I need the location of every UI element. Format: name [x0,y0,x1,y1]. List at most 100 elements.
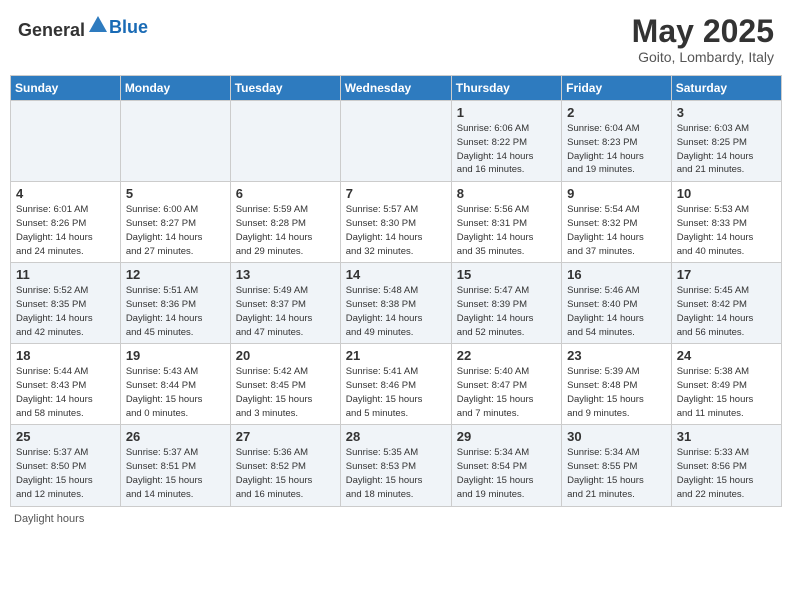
calendar-cell: 16Sunrise: 5:46 AM Sunset: 8:40 PM Dayli… [562,263,672,344]
day-number: 11 [16,267,115,282]
calendar-cell: 10 Sunrise: 5:53 AM Sunset: 8:33 PM Dayli… [671,182,781,263]
logo-general: General [18,20,85,40]
day-info: Sunrise: 5:37 AM Sunset: 8:51 PM Dayligh… [126,446,225,501]
day-number: 26 [126,429,225,444]
day-info: Sunrise: 5:45 AM Sunset: 8:42 PM Dayligh… [677,284,776,339]
day-info: Sunrise: 5:33 AM Sunset: 8:56 PM Dayligh… [677,446,776,501]
day-number: 30 [567,429,666,444]
day-info: Sunrise: 6:04 AM Sunset: 8:23 PM Dayligh… [567,122,666,177]
day-number: 1 [457,105,556,120]
calendar-cell: 22 Sunrise: 5:40 AM Sunset: 8:47 PM Dayli… [451,344,561,425]
day-info: Sunrise: 5:39 AM Sunset: 8:48 PM Dayligh… [567,365,666,420]
day-info: Sunrise: 5:48 AM Sunset: 8:38 PM Dayligh… [346,284,446,339]
day-number: 22 [457,348,556,363]
logo-blue: Blue [109,17,148,37]
col-header-tuesday: Tuesday [230,76,340,101]
day-number: 13 [236,267,335,282]
day-number: 31 [677,429,776,444]
day-info: Sunrise: 5:35 AM Sunset: 8:53 PM Dayligh… [346,446,446,501]
col-header-sunday: Sunday [11,76,121,101]
calendar-cell: 11Sunrise: 5:52 AM Sunset: 8:35 PM Dayli… [11,263,121,344]
calendar-cell: 2Sunrise: 6:04 AM Sunset: 8:23 PM Daylig… [562,101,672,182]
day-number: 6 [236,186,335,201]
day-number: 23 [567,348,666,363]
day-info: Sunrise: 5:49 AM Sunset: 8:37 PM Dayligh… [236,284,335,339]
calendar-cell: 13 Sunrise: 5:49 AM Sunset: 8:37 PM Dayli… [230,263,340,344]
calendar-cell: 3 Sunrise: 6:03 AM Sunset: 8:25 PM Daylig… [671,101,781,182]
day-number: 21 [346,348,446,363]
day-info: Sunrise: 5:46 AM Sunset: 8:40 PM Dayligh… [567,284,666,339]
calendar-cell [340,101,451,182]
day-info: Sunrise: 5:53 AM Sunset: 8:33 PM Dayligh… [677,203,776,258]
day-number: 3 [677,105,776,120]
daylight-label: Daylight hours [14,513,84,525]
day-info: Sunrise: 5:36 AM Sunset: 8:52 PM Dayligh… [236,446,335,501]
calendar-cell: 7 Sunrise: 5:57 AM Sunset: 8:30 PM Daylig… [340,182,451,263]
calendar-cell [11,101,121,182]
day-info: Sunrise: 5:42 AM Sunset: 8:45 PM Dayligh… [236,365,335,420]
day-number: 17 [677,267,776,282]
calendar-cell [230,101,340,182]
day-number: 14 [346,267,446,282]
day-number: 10 [677,186,776,201]
day-number: 15 [457,267,556,282]
day-number: 4 [16,186,115,201]
calendar-cell: 6Sunrise: 5:59 AM Sunset: 8:28 PM Daylig… [230,182,340,263]
day-info: Sunrise: 5:51 AM Sunset: 8:36 PM Dayligh… [126,284,225,339]
day-info: Sunrise: 5:47 AM Sunset: 8:39 PM Dayligh… [457,284,556,339]
day-number: 29 [457,429,556,444]
day-info: Sunrise: 6:06 AM Sunset: 8:22 PM Dayligh… [457,122,556,177]
day-info: Sunrise: 5:54 AM Sunset: 8:32 PM Dayligh… [567,203,666,258]
calendar-cell: 31 Sunrise: 5:33 AM Sunset: 8:56 PM Dayli… [671,425,781,506]
calendar-cell: 17 Sunrise: 5:45 AM Sunset: 8:42 PM Dayli… [671,263,781,344]
day-info: Sunrise: 5:41 AM Sunset: 8:46 PM Dayligh… [346,365,446,420]
calendar-cell: 28Sunrise: 5:35 AM Sunset: 8:53 PM Dayli… [340,425,451,506]
month-title: May 2025 [632,14,774,49]
calendar-cell: 29 Sunrise: 5:34 AM Sunset: 8:54 PM Dayli… [451,425,561,506]
calendar-cell: 23 Sunrise: 5:39 AM Sunset: 8:48 PM Dayli… [562,344,672,425]
day-info: Sunrise: 6:03 AM Sunset: 8:25 PM Dayligh… [677,122,776,177]
col-header-monday: Monday [120,76,230,101]
calendar-week-3: 11Sunrise: 5:52 AM Sunset: 8:35 PM Dayli… [11,263,782,344]
day-number: 27 [236,429,335,444]
calendar-cell: 8Sunrise: 5:56 AM Sunset: 8:31 PM Daylig… [451,182,561,263]
day-info: Sunrise: 5:38 AM Sunset: 8:49 PM Dayligh… [677,365,776,420]
title-block: May 2025 Goito, Lombardy, Italy [632,14,774,65]
col-header-saturday: Saturday [671,76,781,101]
day-info: Sunrise: 5:34 AM Sunset: 8:54 PM Dayligh… [457,446,556,501]
day-number: 24 [677,348,776,363]
calendar-footer: Daylight hours [10,513,782,525]
day-number: 20 [236,348,335,363]
calendar-week-2: 4Sunrise: 6:01 AM Sunset: 8:26 PM Daylig… [11,182,782,263]
calendar-table: SundayMondayTuesdayWednesdayThursdayFrid… [10,75,782,506]
calendar-cell: 12 Sunrise: 5:51 AM Sunset: 8:36 PM Dayli… [120,263,230,344]
day-number: 18 [16,348,115,363]
location-title: Goito, Lombardy, Italy [632,49,774,65]
calendar-cell: 27 Sunrise: 5:36 AM Sunset: 8:52 PM Dayli… [230,425,340,506]
calendar-cell: 30Sunrise: 5:34 AM Sunset: 8:55 PM Dayli… [562,425,672,506]
day-info: Sunrise: 5:37 AM Sunset: 8:50 PM Dayligh… [16,446,115,501]
day-info: Sunrise: 5:57 AM Sunset: 8:30 PM Dayligh… [346,203,446,258]
calendar-cell: 26 Sunrise: 5:37 AM Sunset: 8:51 PM Dayli… [120,425,230,506]
calendar-header-row: SundayMondayTuesdayWednesdayThursdayFrid… [11,76,782,101]
day-number: 9 [567,186,666,201]
day-info: Sunrise: 6:00 AM Sunset: 8:27 PM Dayligh… [126,203,225,258]
calendar-cell: 19Sunrise: 5:43 AM Sunset: 8:44 PM Dayli… [120,344,230,425]
day-number: 7 [346,186,446,201]
day-info: Sunrise: 5:44 AM Sunset: 8:43 PM Dayligh… [16,365,115,420]
col-header-wednesday: Wednesday [340,76,451,101]
calendar-cell: 14 Sunrise: 5:48 AM Sunset: 8:38 PM Dayli… [340,263,451,344]
calendar-cell: 21 Sunrise: 5:41 AM Sunset: 8:46 PM Dayli… [340,344,451,425]
calendar-cell: 25 Sunrise: 5:37 AM Sunset: 8:50 PM Dayli… [11,425,121,506]
calendar-cell: 18 Sunrise: 5:44 AM Sunset: 8:43 PM Dayli… [11,344,121,425]
calendar-cell: 24 Sunrise: 5:38 AM Sunset: 8:49 PM Dayli… [671,344,781,425]
day-number: 19 [126,348,225,363]
col-header-friday: Friday [562,76,672,101]
day-info: Sunrise: 5:40 AM Sunset: 8:47 PM Dayligh… [457,365,556,420]
calendar-week-4: 18 Sunrise: 5:44 AM Sunset: 8:43 PM Dayli… [11,344,782,425]
day-number: 25 [16,429,115,444]
day-number: 12 [126,267,225,282]
calendar-cell: 1 Sunrise: 6:06 AM Sunset: 8:22 PM Daylig… [451,101,561,182]
page-header: General Blue May 2025 Goito, Lombardy, I… [10,10,782,69]
calendar-cell: 15 Sunrise: 5:47 AM Sunset: 8:39 PM Dayli… [451,263,561,344]
